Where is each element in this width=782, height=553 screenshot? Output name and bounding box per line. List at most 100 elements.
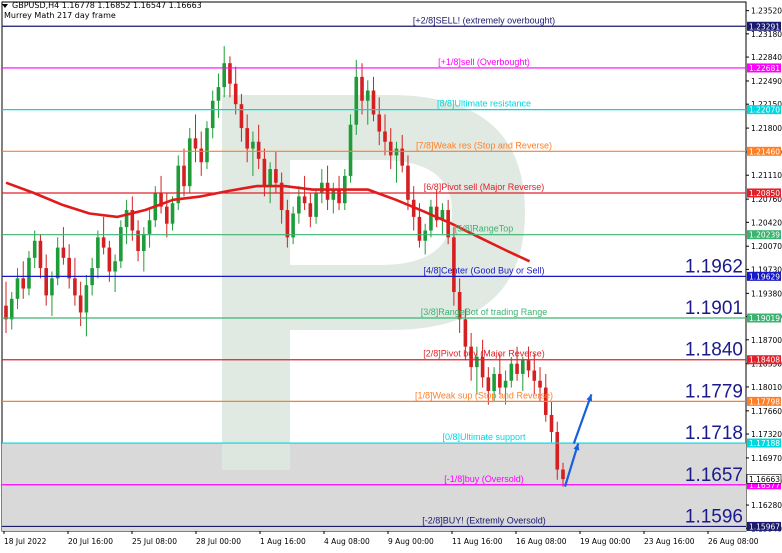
candle-body [498, 373, 502, 388]
x-tick-label: 26 Aug 08:00 [708, 537, 759, 546]
x-axis: 18 Jul 2022 20 Jul 16:00 25 Jul 08:00 28 Ju… [3, 531, 759, 546]
x-tick-label: 11 Aug 16:00 [452, 537, 503, 546]
price-tag-label: 1.21460 [749, 147, 780, 156]
level-label: [-2/8]BUY! (Extremly Oversold) [422, 515, 546, 525]
y-tick-label: 1.23520 [751, 7, 782, 16]
candle-body [55, 247, 60, 279]
candle-body [210, 100, 215, 129]
candle-body [486, 377, 491, 392]
price-tag-label: 1.19019 [749, 314, 780, 323]
candle-body [429, 206, 433, 231]
candle-body [509, 363, 514, 381]
y-tick-label: 1.20420 [751, 218, 782, 227]
candle-body [222, 63, 227, 88]
candle-body [32, 240, 37, 258]
candle-body [73, 278, 77, 296]
candle-body [268, 169, 272, 187]
big-level-label: 1.1840 [685, 340, 743, 361]
level-label: [7/8]Weak res (Stop and Reverse) [416, 140, 552, 150]
y-tick-label: 1.18700 [751, 336, 782, 345]
big-level-label: 1.1657 [685, 465, 743, 486]
level-label: [+1/8]sell (Overbought) [438, 57, 530, 67]
candle-body [113, 261, 117, 272]
candle-body [38, 240, 43, 269]
x-tick-label: 19 Aug 00:00 [580, 537, 631, 546]
candle-body [182, 165, 186, 187]
y-tick-label: 1.16280 [751, 501, 782, 510]
candle-body [337, 189, 341, 204]
level-label: [5/8]RangeTop [455, 224, 514, 234]
level-label: [+2/8]SELL! (extremely overbought) [413, 15, 555, 25]
dropdown-icon[interactable] [2, 4, 8, 8]
candle-body [314, 192, 318, 217]
level-label: [1/8]Weak sup (Stop and Reverse) [415, 390, 553, 400]
x-tick-label: 4 Aug 08:00 [324, 537, 370, 546]
y-tick-label: 1.18010 [751, 383, 782, 392]
candle-body [394, 148, 399, 156]
current-price: 1.16663 [746, 474, 782, 484]
big-level-label: 1.1596 [685, 506, 743, 527]
price-tag-label: 1.22681 [749, 64, 780, 73]
candle-body [320, 182, 324, 193]
candle-body [365, 90, 370, 101]
y-tick-label: 1.17660 [751, 407, 782, 416]
level-label: [6/8]Pivot sell (Major Reverse) [424, 182, 545, 192]
candle-body [67, 257, 71, 279]
candle-body [245, 128, 249, 149]
candle-body [164, 206, 169, 224]
price-tag-label: 1.15967 [749, 522, 780, 531]
candle-body [325, 182, 330, 200]
candle [348, 114, 353, 183]
candle-body [199, 148, 204, 163]
candle-body [262, 158, 267, 187]
candle-body [228, 63, 232, 84]
candle-body [503, 380, 508, 388]
price-tag-label: 1.17188 [749, 439, 780, 448]
candle-body [193, 138, 198, 149]
level-label: [4/8]Center (Good Buy or Sell) [423, 265, 544, 275]
candle-body [239, 104, 244, 129]
y-tick-label: 1.22840 [751, 53, 782, 62]
candle-body [9, 298, 14, 320]
price-tag-label: 1.20239 [749, 231, 780, 240]
candle-body [406, 165, 410, 200]
candle-body [256, 141, 261, 159]
candle-body [492, 373, 496, 392]
candle-body [21, 278, 26, 289]
candle-body [285, 210, 290, 238]
candle-body [297, 196, 301, 214]
candle-body [526, 360, 531, 371]
candle-body [84, 285, 89, 313]
candle-body [44, 268, 48, 296]
candle-body [555, 431, 560, 470]
candle [205, 121, 209, 170]
candle-body [463, 319, 468, 347]
candle-body [549, 414, 554, 432]
price-tag-label: 1.22070 [749, 106, 780, 115]
x-tick-label: 18 Jul 2022 [4, 537, 47, 546]
candle-body [538, 380, 542, 388]
x-tick-label: 25 Jul 08:00 [132, 537, 177, 546]
candle-body [4, 305, 8, 320]
candle-body [233, 83, 238, 105]
candle-body [27, 257, 31, 289]
candle [119, 220, 123, 269]
y-tick-label: 1.16970 [751, 454, 782, 463]
candle-body [360, 76, 364, 101]
oversold-zone [2, 443, 746, 531]
y-tick-label: 1.22490 [751, 77, 782, 86]
level-label: [0/8]Ultimate support [442, 432, 526, 442]
indicator-line: Murrey Math 217 day frame [4, 11, 116, 20]
level-label: [3/8]RangeBot of trading Range [421, 307, 548, 317]
candle-body [515, 363, 519, 374]
price-tag-label: 1.19629 [749, 272, 780, 281]
level-label: [-1/8]buy (Oversold) [444, 474, 524, 484]
y-tick-label: 1.17320 [751, 430, 782, 439]
candle-body [15, 278, 20, 299]
candle-body [251, 141, 255, 149]
x-tick-label: 23 Aug 16:00 [644, 537, 695, 546]
forex-chart: 18 Jul 2022 20 Jul 16:00 25 Jul 08:00 28 Ju… [1, 1, 782, 546]
candle-body [124, 210, 129, 228]
current-price-label: 1.16663 [749, 475, 780, 484]
candle-body [532, 370, 537, 381]
